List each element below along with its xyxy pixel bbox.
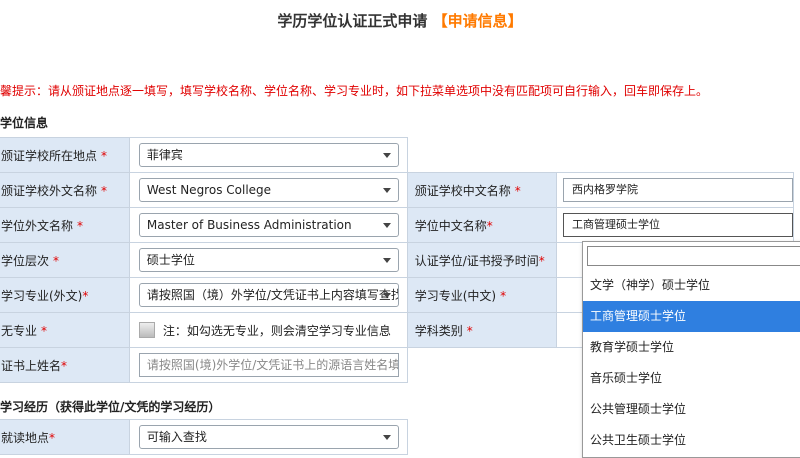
section-study-history: 学习经历（获得此学位/文凭的学习经历） [0,400,221,414]
study-location-select[interactable]: 可输入查找 [138,425,399,449]
cert-name-label: 证书上姓名* [0,347,130,383]
page-title-highlight: 【申请信息】 [432,12,523,30]
school-chinese-name-field[interactable]: 西内格罗学院 [562,178,793,202]
degree-chinese-name-select[interactable]: 工商管理硕士学位 [562,213,793,237]
dropdown-option[interactable]: 教育学硕士学位 [583,332,800,363]
no-major-label: 无专业 * [0,312,130,348]
chevron-down-icon [382,223,391,228]
award-time-label: 认证学位/证书授予时间* [406,242,557,278]
dropdown-option[interactable]: 文学（神学）硕士学位 [583,270,800,301]
degree-level-label: 学位层次 * [0,242,130,278]
chevron-down-icon [382,153,391,158]
degree-chinese-name-label: 学位中文名称* [406,207,557,243]
school-foreign-name-select[interactable]: West Negros College [138,178,399,202]
dropdown-search-input[interactable] [587,246,800,266]
dropdown-option[interactable]: 工商管理硕士学位 [583,301,800,332]
page-title: 学历学位认证正式申请 【申请信息】 [0,10,800,31]
school-location-select[interactable]: 菲律宾 [138,143,399,167]
section-degree-info: 学位信息 [0,116,49,130]
discipline-label: 学科类别 * [406,312,557,348]
school-foreign-name-label: 颁证学校外文名称 * [0,172,130,208]
chevron-down-icon [382,188,391,193]
chevron-down-icon [382,293,391,298]
no-major-checkbox[interactable] [138,322,155,338]
chevron-down-icon [382,435,391,440]
study-location-label: 就读地点* [0,419,130,455]
no-major-note: 注：如勾选无专业，则会清空学习专业信息 [162,323,391,338]
dropdown-option[interactable]: 公共管理硕士学位 [583,394,800,425]
degree-foreign-name-select[interactable]: Master of Business Administration [138,213,399,237]
form-row: 学位外文名称 * Master of Business Administratio… [0,207,795,243]
degree-foreign-name-label: 学位外文名称 * [0,207,130,243]
degree-level-select[interactable]: 硕士学位 [138,248,399,272]
dropdown-option[interactable]: 公共卫生硕士学位 [583,425,800,456]
cert-name-input[interactable]: 请按照国(境)外学位/文凭证书上的源语言姓名填写 [138,353,399,377]
major-foreign-label: 学习专业(外文)* [0,277,130,313]
form-row: 颁证学校所在地点 * 菲律宾 [0,137,794,173]
school-chinese-name-label: 颁证学校中文名称 * [406,172,557,208]
page-title-text: 学历学位认证正式申请 [277,12,428,30]
degree-chinese-name-dropdown: 文学（神学）硕士学位 工商管理硕士学位 教育学硕士学位 音乐硕士学位 公共管理硕士学位公… [582,241,800,458]
dropdown-option[interactable]: 音乐硕士学位 [583,363,800,394]
chevron-down-icon [382,258,391,263]
major-chinese-label: 学习专业(中文) * [406,277,557,313]
notice-text: 馨提示：请从颁证地点逐一填写，填写学校名称、学位名称、学习专业时，如下拉菜单选项… [0,84,709,98]
major-foreign-select[interactable]: 请按照国（境）外学位/文凭证书上内容填写查找 [138,283,399,307]
form-row: 颁证学校外文名称 * West Negros College 颁证学校中文名称 * … [0,172,795,208]
school-location-label: 颁证学校所在地点 * [0,137,130,173]
